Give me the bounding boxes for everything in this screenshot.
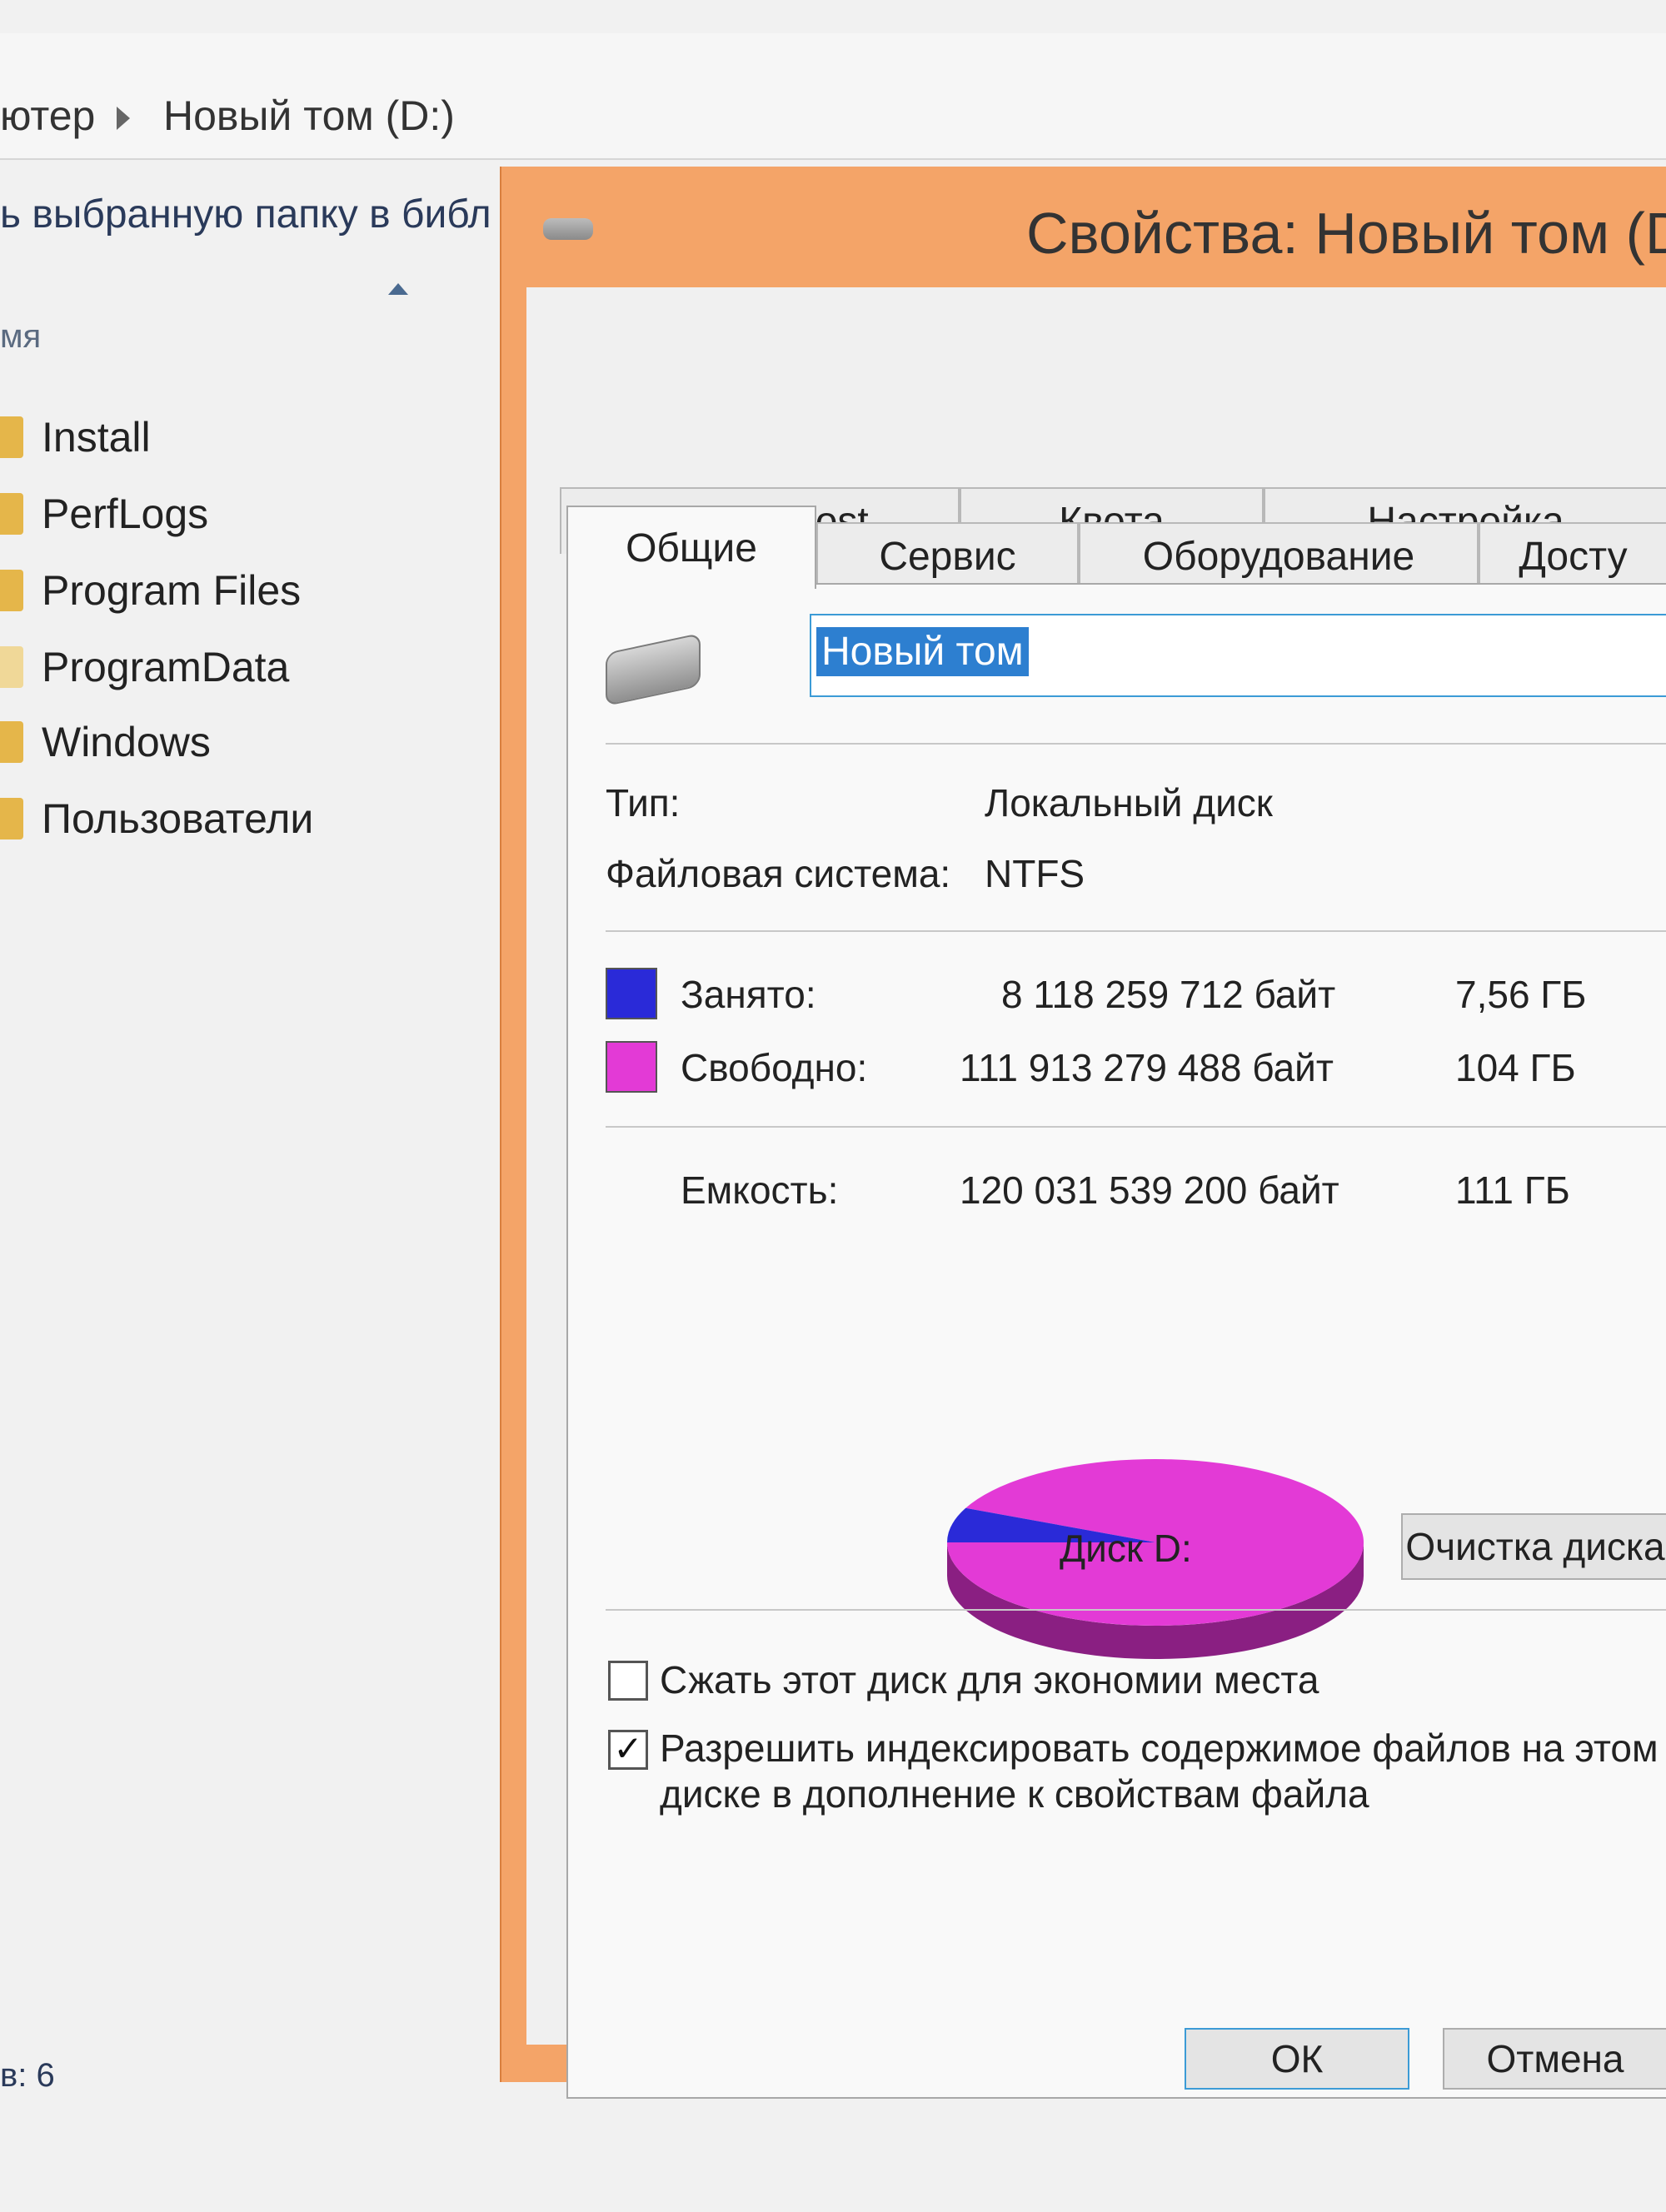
dialog-title: Свойства: Новый том (D [1026, 201, 1666, 266]
status-item-count: в: 6 [0, 2057, 55, 2094]
ok-button[interactable]: ОК [1185, 2028, 1409, 2090]
properties-dialog: Свойства: Новый том (D ReadyBoost Квота … [500, 167, 1666, 2099]
file-row[interactable]: ProgramData [0, 638, 289, 696]
disk-label: Диск D: [1060, 1527, 1192, 1570]
free-color-swatch [606, 1041, 657, 1093]
capacity-bytes: 120 031 539 200 байт [960, 1168, 1339, 1212]
volume-name-value: Новый том [816, 627, 1029, 676]
index-label-line1: Разрешить индексировать содержимое файло… [660, 1726, 1659, 1770]
folder-icon [0, 721, 23, 763]
file-name: Windows [42, 719, 211, 765]
file-row[interactable]: Program Files [0, 561, 301, 620]
file-name: Program Files [42, 567, 302, 614]
filesystem-label: Файловая система: [606, 852, 951, 895]
used-bytes: 8 118 259 712 байт [1001, 973, 1336, 1016]
free-bytes: 111 913 279 488 байт [960, 1046, 1334, 1089]
folder-icon [0, 570, 23, 611]
column-header-name[interactable]: мя [0, 318, 41, 356]
tab-tools[interactable]: Сервис [816, 522, 1079, 589]
drive-icon [543, 218, 593, 240]
divider [606, 1126, 1666, 1128]
disk-cleanup-button[interactable]: Очистка диска [1401, 1513, 1666, 1580]
file-name: Пользователи [42, 795, 314, 842]
folder-icon [0, 493, 23, 535]
filesystem-value: NTFS [985, 852, 1085, 895]
type-label: Тип: [606, 781, 681, 825]
cancel-button[interactable]: Отмена [1443, 2028, 1666, 2090]
file-name: Install [42, 414, 151, 461]
index-checkbox[interactable]: ✓ [608, 1730, 648, 1770]
file-row[interactable]: PerfLogs [0, 485, 208, 543]
sort-up-icon[interactable] [388, 283, 408, 295]
file-name: PerfLogs [42, 491, 209, 537]
divider [606, 743, 1666, 745]
tab-sharing[interactable]: Досту [1479, 522, 1666, 589]
capacity-label: Емкость: [681, 1168, 839, 1212]
divider [606, 1609, 1666, 1611]
used-gb: 7,56 ГБ [1455, 973, 1587, 1016]
tab-hardware[interactable]: Оборудование [1079, 522, 1479, 589]
toolbar-include-library[interactable]: ь выбранную папку в библ [0, 192, 491, 237]
divider [606, 930, 1666, 932]
file-row[interactable]: Пользователи [0, 790, 313, 848]
free-label: Свободно: [681, 1046, 868, 1089]
dialog-client-area: ReadyBoost Квота Настройка Общие Сервис … [526, 287, 1666, 2099]
folder-icon [0, 646, 23, 688]
type-value: Локальный диск [985, 781, 1273, 825]
breadcrumb-computer[interactable]: ютер [0, 92, 95, 140]
address-bar[interactable]: ютер Новый том (D:) [0, 33, 1666, 160]
index-label-line2: диске в дополнение к свойствам файла [660, 1772, 1369, 1816]
tab-general[interactable]: Общие [566, 506, 816, 589]
file-name: ProgramData [42, 644, 290, 690]
used-color-swatch [606, 968, 657, 1019]
used-label: Занято: [681, 973, 816, 1016]
folder-icon [0, 416, 23, 458]
capacity-gb: 111 ГБ [1455, 1168, 1570, 1212]
file-row[interactable]: Install [0, 408, 151, 466]
file-row[interactable]: Windows [0, 713, 211, 771]
compress-checkbox[interactable] [608, 1661, 648, 1701]
hard-drive-icon [606, 632, 701, 707]
free-gb: 104 ГБ [1455, 1046, 1576, 1089]
folder-icon [0, 798, 23, 839]
breadcrumb-separator-icon [117, 107, 130, 130]
breadcrumb-drive[interactable]: Новый том (D:) [163, 92, 455, 140]
general-tab-panel: Новый том Тип: Локальный диск Файловая с… [566, 583, 1666, 2099]
volume-name-input[interactable]: Новый том [810, 614, 1666, 697]
compress-label: Сжать этот диск для экономии места [660, 1658, 1319, 1701]
